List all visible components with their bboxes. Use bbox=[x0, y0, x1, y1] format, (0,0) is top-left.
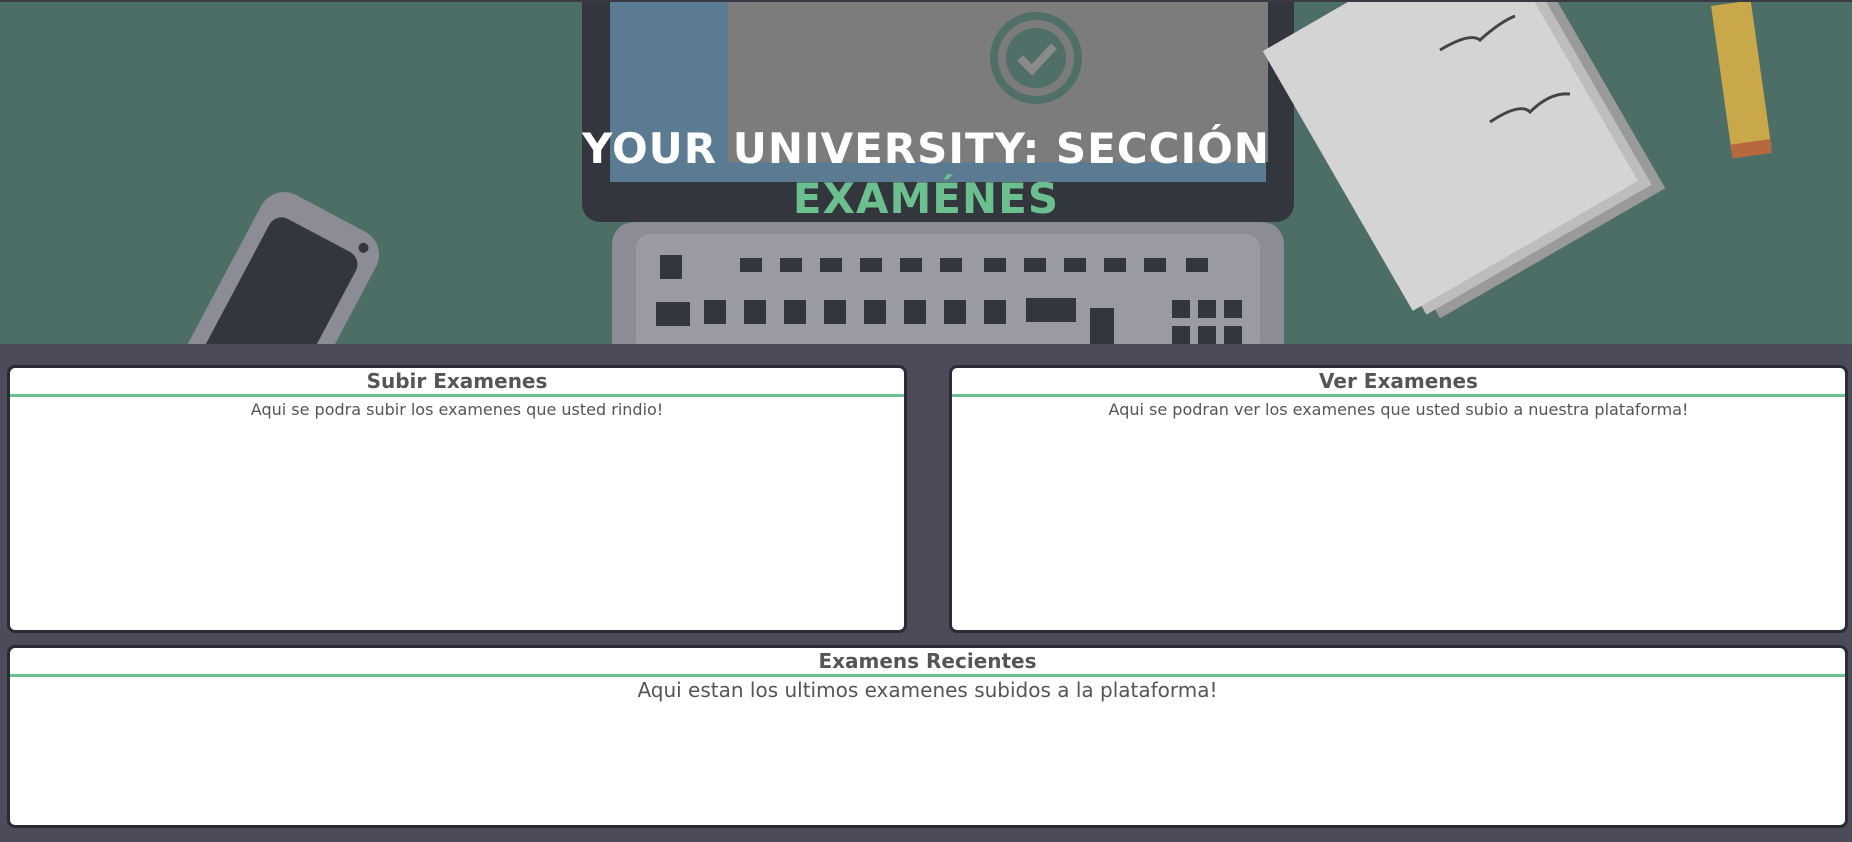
view-exams-panel[interactable]: Ver Examenes Aqui se podran ver los exam… bbox=[949, 365, 1848, 633]
page-title-line2: EXAMÉNES bbox=[792, 174, 1060, 223]
page-title: YOUR UNIVERSITY: SECCIÓN EXAMÉNES bbox=[0, 124, 1852, 224]
recent-exams-panel[interactable]: Examens Recientes Aqui estan los ultimos… bbox=[7, 645, 1848, 828]
view-exams-title: Ver Examenes bbox=[952, 368, 1845, 397]
upload-exams-description: Aqui se podra subir los examenes que ust… bbox=[250, 400, 664, 419]
view-exams-description: Aqui se podran ver los examenes que uste… bbox=[1108, 400, 1689, 419]
page-title-line1: YOUR UNIVERSITY: SECCIÓN bbox=[582, 124, 1270, 173]
recent-exams-title: Examens Recientes bbox=[10, 648, 1845, 677]
hero-banner: YOUR UNIVERSITY: SECCIÓN EXAMÉNES bbox=[0, 0, 1852, 344]
upload-exams-title: Subir Examenes bbox=[10, 368, 904, 397]
recent-exams-description: Aqui estan los ultimos examenes subidos … bbox=[637, 678, 1218, 702]
upload-exams-panel[interactable]: Subir Examenes Aqui se podra subir los e… bbox=[7, 365, 907, 633]
